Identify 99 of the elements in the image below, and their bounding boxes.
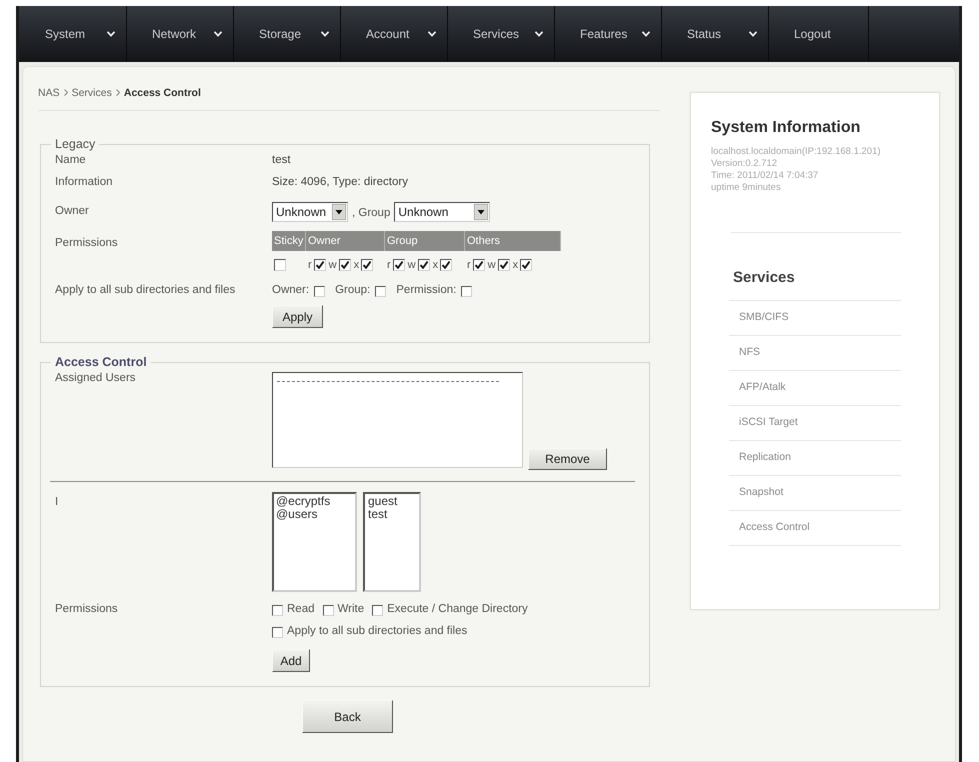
field-label: Information bbox=[55, 175, 114, 190]
checkbox[interactable] bbox=[272, 604, 283, 616]
add-button[interactable]: Add bbox=[272, 649, 310, 672]
breadcrumb-link[interactable]: NAS bbox=[38, 86, 60, 100]
permission-label: w bbox=[488, 259, 496, 271]
field-value: test bbox=[272, 153, 291, 168]
apply-button[interactable]: Apply bbox=[272, 305, 323, 328]
users-listbox[interactable]: guest test bbox=[363, 492, 421, 592]
checkbox[interactable] bbox=[520, 259, 532, 271]
field-label: I bbox=[55, 495, 60, 510]
nav-menu-item[interactable]: Network bbox=[127, 6, 234, 62]
chevron-right-icon bbox=[116, 89, 120, 96]
nav-menu-item[interactable]: Features bbox=[555, 6, 662, 62]
groups-listbox[interactable]: @ecryptfs @users bbox=[272, 492, 357, 592]
permission-label: x bbox=[512, 259, 518, 271]
field-label: Permissions bbox=[55, 236, 119, 251]
option-label: Permission: bbox=[396, 283, 456, 298]
field-label: Apply to all sub directories and files bbox=[55, 283, 236, 298]
checkbox[interactable] bbox=[322, 604, 334, 616]
checkbox[interactable] bbox=[272, 626, 283, 638]
field-label: , Group bbox=[352, 206, 390, 222]
list-option[interactable]: test bbox=[368, 508, 416, 521]
field-label: Permissions bbox=[55, 602, 119, 618]
option-label: Read bbox=[287, 602, 314, 618]
checkbox[interactable] bbox=[372, 604, 384, 616]
checkmark-icon bbox=[394, 261, 403, 269]
checkbox[interactable] bbox=[338, 259, 351, 271]
caret-down-icon bbox=[321, 31, 329, 37]
column-header: Group bbox=[385, 231, 465, 251]
permission-label: w bbox=[328, 259, 337, 271]
caret-icon bbox=[332, 204, 346, 220]
checkbox[interactable] bbox=[461, 286, 472, 296]
checkbox[interactable] bbox=[361, 259, 374, 271]
info-line: localhost.localdomain(IP:192.168.1.201) bbox=[711, 146, 882, 158]
option-label: Group: bbox=[335, 283, 370, 298]
nav-menu-item[interactable]: Account bbox=[341, 6, 448, 62]
info-line: Version:0.2.712 bbox=[711, 158, 778, 170]
remove-button[interactable]: Remove bbox=[528, 448, 607, 470]
checkmark-icon bbox=[474, 261, 483, 269]
checkmark-icon bbox=[500, 261, 508, 269]
checkmark-icon bbox=[316, 261, 324, 269]
checkbox[interactable] bbox=[392, 259, 405, 271]
checkmark-icon bbox=[442, 261, 450, 269]
caret-down-icon bbox=[535, 31, 543, 37]
permission-label: r bbox=[308, 259, 312, 271]
caret-down-icon bbox=[214, 31, 222, 37]
section-legend: Legacy bbox=[51, 137, 100, 151]
checkbox[interactable] bbox=[472, 259, 485, 271]
option-label: Write bbox=[338, 602, 364, 618]
caret-down-icon bbox=[642, 31, 650, 37]
caret-icon bbox=[474, 204, 488, 220]
nav-menu-item[interactable]: Services bbox=[448, 6, 555, 62]
permission-label: r bbox=[467, 259, 471, 271]
caret-down-icon bbox=[749, 31, 757, 37]
checkbox[interactable] bbox=[440, 259, 452, 271]
nav-menu-item[interactable]: Storage bbox=[234, 6, 341, 62]
nav-menu-item[interactable]: Logout bbox=[769, 6, 869, 62]
info-line: uptime 9minutes bbox=[711, 182, 782, 194]
caret-down-icon bbox=[428, 31, 436, 37]
column-header: Sticky bbox=[272, 231, 306, 251]
nav-menu-item[interactable]: System bbox=[20, 6, 127, 62]
sidebar-title: System Information bbox=[711, 118, 862, 138]
permission-label: x bbox=[432, 259, 438, 271]
checkbox[interactable] bbox=[314, 286, 326, 296]
caret-down-icon bbox=[107, 31, 115, 37]
list-option[interactable]: @ecryptfs bbox=[276, 495, 353, 508]
info-line: Time: 2011/02/14 7:04:37 bbox=[711, 170, 820, 182]
option-label: Apply to all sub directories and files bbox=[287, 624, 468, 640]
checkbox[interactable] bbox=[274, 259, 286, 271]
checkmark-icon bbox=[363, 261, 372, 269]
section-legend: Access Control bbox=[51, 355, 151, 369]
breadcrumb-current: Access Control bbox=[124, 86, 201, 100]
field-label: Assigned Users bbox=[55, 371, 137, 386]
permission-label: x bbox=[354, 259, 360, 271]
checkbox[interactable] bbox=[314, 259, 326, 271]
checkbox[interactable] bbox=[418, 259, 430, 271]
checkmark-icon bbox=[522, 261, 530, 269]
breadcrumb-link[interactable]: Services bbox=[72, 86, 112, 100]
owner-select[interactable]: Unknown bbox=[272, 202, 348, 222]
permission-label: r bbox=[387, 259, 391, 271]
permission-label: w bbox=[408, 259, 416, 271]
sidebar-title: Services bbox=[733, 269, 796, 287]
list-option[interactable]: guest bbox=[368, 495, 416, 508]
chevron-right-icon bbox=[64, 89, 68, 96]
checkmark-icon bbox=[420, 261, 428, 269]
group-select[interactable]: Unknown bbox=[394, 202, 490, 222]
field-value: Size: 4096, Type: directory bbox=[272, 175, 408, 190]
field-label: Owner bbox=[55, 204, 90, 220]
option-label: Execute / Change Directory bbox=[387, 602, 528, 618]
checkbox[interactable] bbox=[375, 286, 386, 296]
checkmark-icon bbox=[340, 261, 349, 269]
option-label: Owner: bbox=[272, 283, 310, 298]
column-header: Others bbox=[465, 231, 561, 251]
field-label: Name bbox=[55, 153, 87, 168]
nav-menu-item[interactable]: Status bbox=[662, 6, 769, 62]
back-button[interactable]: Back bbox=[302, 700, 393, 733]
checkbox[interactable] bbox=[498, 259, 510, 271]
list-option[interactable]: @users bbox=[276, 508, 353, 521]
column-header: Owner bbox=[306, 231, 385, 251]
